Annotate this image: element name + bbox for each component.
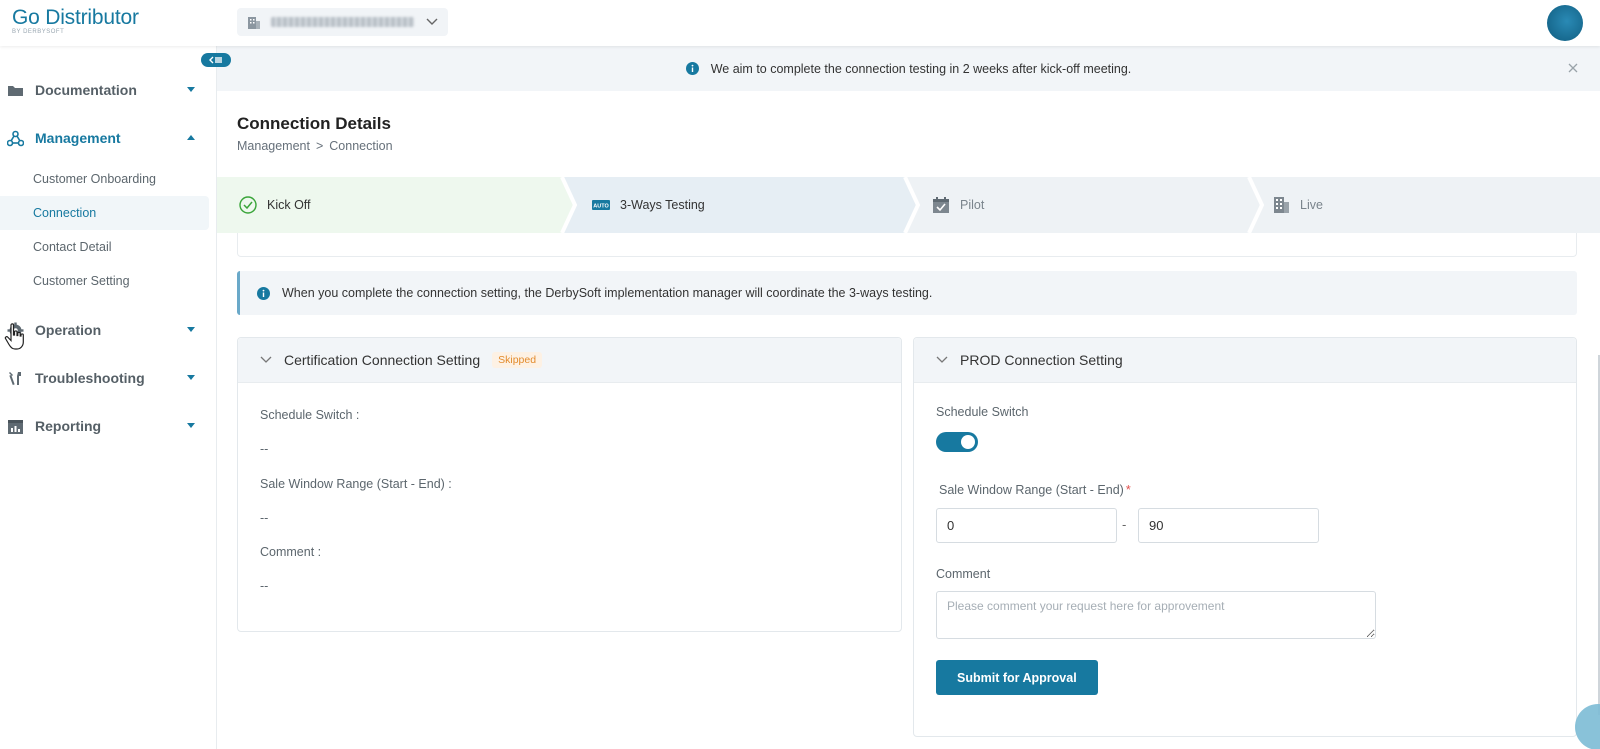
progress-steps: Kick Off AUTO 3-Ways Testing Pilot Live bbox=[217, 177, 1600, 233]
folder-icon bbox=[8, 85, 23, 96]
sidebar-group-label: Documentation bbox=[35, 82, 137, 98]
caret-down-icon bbox=[187, 327, 195, 332]
toggle-knob bbox=[961, 435, 975, 449]
breadcrumb-separator: > bbox=[315, 139, 324, 153]
certification-card-header[interactable]: Certification Connection Setting Skipped bbox=[238, 338, 901, 383]
caret-down-icon bbox=[187, 375, 195, 380]
tip-text: When you complete the connection setting… bbox=[282, 286, 933, 300]
cert-comment-value: -- bbox=[260, 579, 269, 593]
breadcrumb: Management > Connection bbox=[237, 139, 393, 153]
range-start-input[interactable] bbox=[936, 508, 1117, 543]
info-icon bbox=[257, 286, 270, 300]
tenant-selector[interactable] bbox=[237, 8, 448, 36]
steps-background bbox=[217, 177, 1600, 233]
submit-for-approval-button[interactable]: Submit for Approval bbox=[936, 660, 1098, 695]
chevron-down-icon bbox=[260, 356, 272, 363]
sidebar-group-troubleshooting[interactable]: Troubleshooting bbox=[0, 358, 217, 398]
breadcrumb-item-connection: Connection bbox=[329, 139, 393, 153]
range-separator: - bbox=[1122, 517, 1127, 532]
network-icon bbox=[7, 130, 24, 146]
banner-text: We aim to complete the connection testin… bbox=[710, 61, 1132, 76]
sidebar-group-label: Management bbox=[35, 130, 121, 146]
sidebar-item-contact-detail[interactable]: Contact Detail bbox=[0, 230, 209, 264]
chat-button[interactable] bbox=[1575, 704, 1600, 749]
required-marker: * bbox=[1125, 483, 1131, 497]
range-end-input[interactable] bbox=[1138, 508, 1319, 543]
step-panel-bottom bbox=[237, 233, 1577, 257]
cert-range-label: Sale Window Range (Start - End) : bbox=[260, 477, 452, 491]
top-bar: Go Distributor BY DERBYSOFT bbox=[0, 0, 1600, 46]
caret-down-icon bbox=[187, 423, 195, 428]
close-icon[interactable] bbox=[1567, 62, 1579, 74]
step-pilot[interactable]: Pilot bbox=[932, 177, 984, 233]
certification-card-title: Certification Connection Setting bbox=[284, 352, 481, 368]
building-icon bbox=[248, 16, 260, 29]
tenant-name-redacted bbox=[271, 17, 414, 27]
step-label: Live bbox=[1300, 198, 1323, 212]
sidebar-item-customer-onboarding[interactable]: Customer Onboarding bbox=[0, 162, 209, 196]
prod-range-label-text: Sale Window Range (Start - End) bbox=[939, 483, 1124, 497]
prod-range-label: Sale Window Range (Start - End) * bbox=[939, 483, 1131, 497]
app-logo[interactable]: Go Distributor BY DERBYSOFT bbox=[12, 6, 139, 35]
comment-textarea[interactable] bbox=[936, 591, 1376, 639]
caret-up-icon bbox=[187, 135, 195, 140]
sidebar-item-customer-setting[interactable]: Customer Setting bbox=[0, 264, 209, 298]
chevron-down-icon bbox=[936, 356, 948, 363]
prod-card-title: PROD Connection Setting bbox=[960, 352, 1123, 368]
sidebar-item-connection[interactable]: Connection bbox=[0, 196, 209, 230]
chevron-down-icon bbox=[426, 18, 438, 25]
sidebar-group-label: Reporting bbox=[35, 418, 102, 434]
cert-range-value: -- bbox=[260, 511, 269, 525]
sidebar-group-documentation[interactable]: Documentation bbox=[0, 70, 217, 110]
pointer-hand-cursor-icon bbox=[4, 323, 24, 350]
svg-text:AUTO: AUTO bbox=[593, 204, 609, 210]
prod-connection-card: PROD Connection Setting Schedule Switch … bbox=[913, 337, 1577, 737]
step-label: 3-Ways Testing bbox=[620, 198, 705, 212]
user-avatar[interactable] bbox=[1547, 5, 1583, 41]
sidebar-group-reporting[interactable]: Reporting bbox=[0, 406, 217, 446]
step-live[interactable]: Live bbox=[1272, 177, 1323, 233]
certification-connection-card: Certification Connection Setting Skipped… bbox=[237, 337, 902, 632]
sidebar-group-label: Troubleshooting bbox=[35, 370, 145, 386]
info-icon bbox=[685, 62, 699, 75]
step-kick-off[interactable]: Kick Off bbox=[239, 177, 311, 233]
sidebar-group-operation[interactable]: Operation bbox=[0, 310, 217, 350]
info-banner: We aim to complete the connection testin… bbox=[217, 46, 1600, 91]
collapse-icon bbox=[209, 56, 222, 64]
sidebar-group-management[interactable]: Management bbox=[0, 118, 217, 158]
step-label: Kick Off bbox=[267, 198, 311, 212]
sidebar-collapse-button[interactable] bbox=[201, 53, 231, 67]
step-3-ways-testing[interactable]: AUTO 3-Ways Testing bbox=[592, 177, 705, 233]
step-label: Pilot bbox=[960, 198, 985, 212]
calendar-check-icon bbox=[933, 197, 949, 213]
tip-box: When you complete the connection setting… bbox=[237, 271, 1577, 315]
prod-schedule-label: Schedule Switch bbox=[936, 405, 1029, 419]
status-badge: Skipped bbox=[492, 352, 543, 368]
page-title: Connection Details bbox=[237, 114, 391, 133]
prod-comment-label: Comment bbox=[936, 567, 991, 581]
breadcrumb-item-management[interactable]: Management bbox=[237, 139, 310, 153]
schedule-switch-toggle[interactable] bbox=[936, 432, 978, 452]
check-circle-icon bbox=[239, 196, 257, 214]
building-icon bbox=[1274, 197, 1289, 213]
cert-schedule-label: Schedule Switch : bbox=[260, 408, 360, 422]
report-icon bbox=[8, 419, 23, 434]
auto-icon: AUTO bbox=[592, 200, 610, 210]
cert-comment-label: Comment : bbox=[260, 545, 322, 559]
prod-card-header[interactable]: PROD Connection Setting bbox=[914, 338, 1576, 383]
caret-down-icon bbox=[187, 87, 195, 92]
tools-icon bbox=[9, 371, 21, 385]
sidebar: Documentation Management Customer Onboar… bbox=[0, 46, 231, 749]
cert-schedule-value: -- bbox=[260, 442, 269, 456]
logo-title: Go Distributor bbox=[12, 6, 139, 29]
sidebar-group-label: Operation bbox=[35, 322, 102, 338]
